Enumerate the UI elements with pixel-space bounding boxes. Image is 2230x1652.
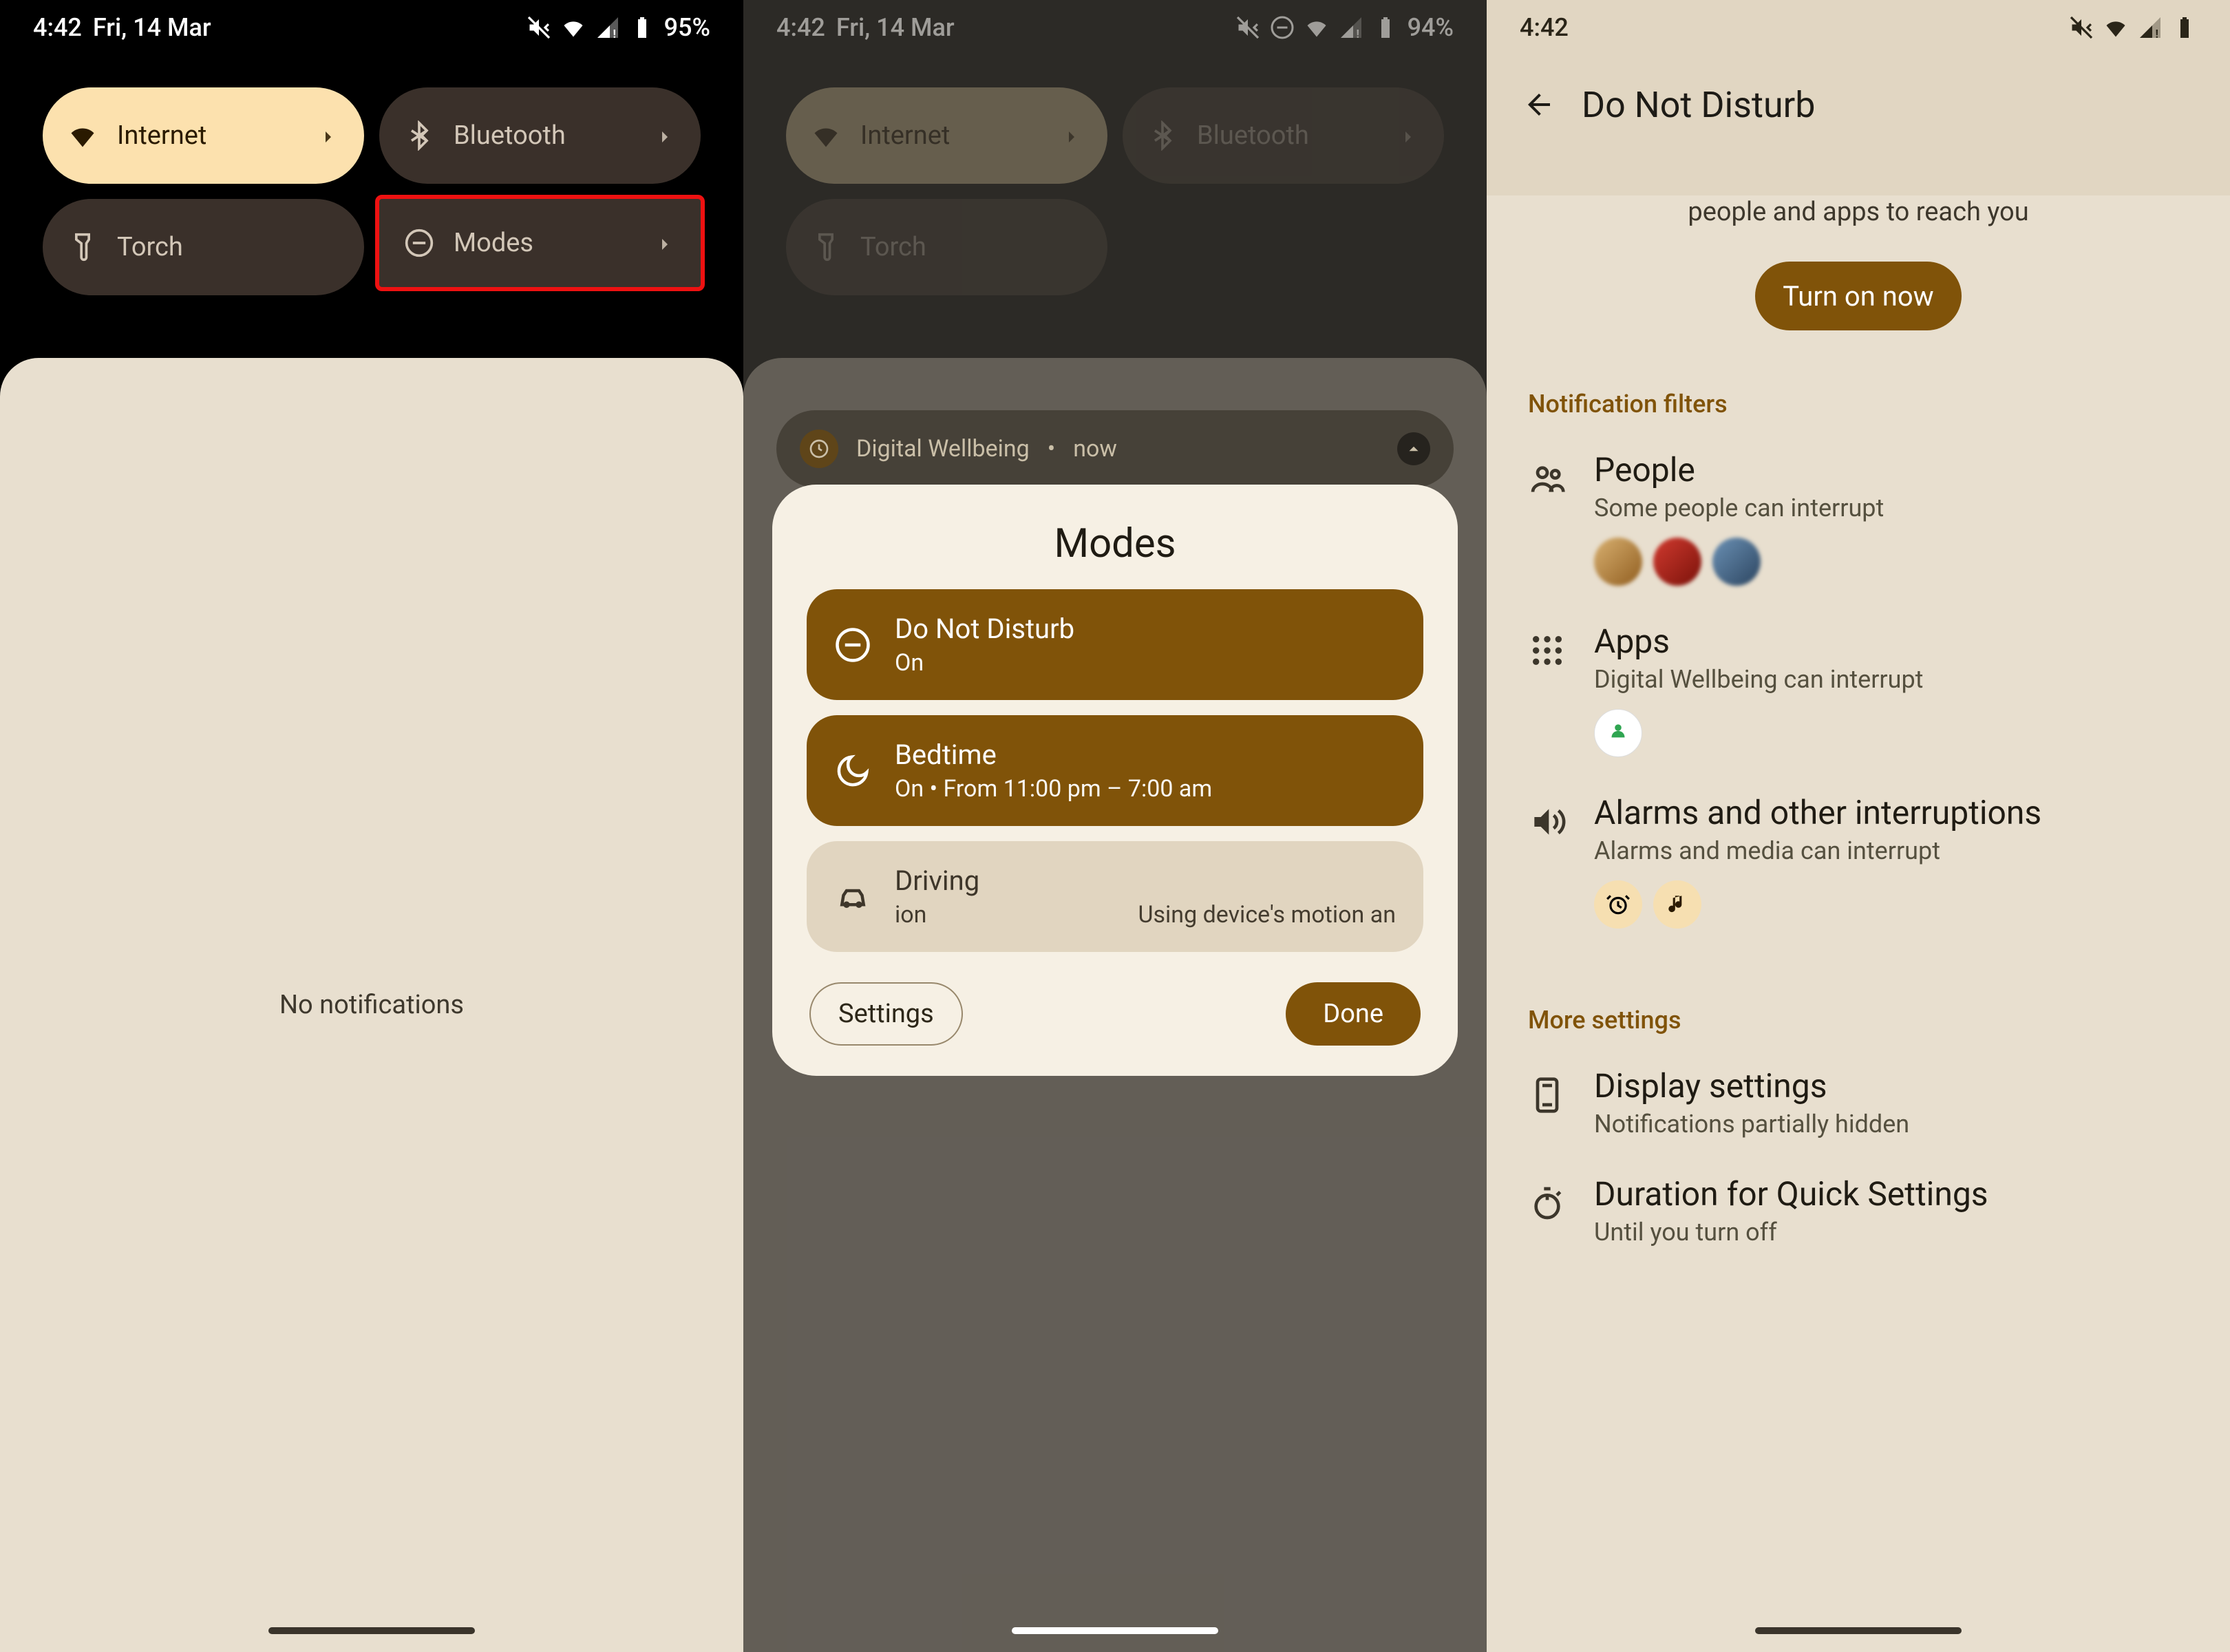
tile-label: Internet [117, 120, 298, 151]
item-title: Display settings [1594, 1066, 1909, 1105]
app-chip-digital-wellbeing [1594, 709, 1642, 757]
status-time: 4:42 [33, 13, 82, 42]
mode-driving[interactable]: Driving ion Using device's motion an [807, 841, 1423, 952]
app-icon [800, 430, 838, 468]
battery-icon [2172, 15, 2197, 40]
chevron-right-icon [654, 232, 676, 254]
tile-bluetooth[interactable]: Bluetooth [379, 87, 701, 184]
quick-settings: Internet Bluetooth Torch Modes [0, 72, 743, 320]
tile-label: Bluetooth [454, 120, 635, 151]
signal-icon [595, 15, 620, 40]
item-duration[interactable]: Duration for Quick Settings Until you tu… [1487, 1156, 2230, 1264]
mode-bedtime[interactable]: Bedtime On • From 11:00 pm – 7:00 am [807, 715, 1423, 826]
mode-title: Driving [895, 865, 1396, 897]
car-icon [834, 878, 871, 915]
back-button[interactable] [1517, 83, 1561, 127]
modes-dialog: Modes Do Not Disturb On Bedtime On • Fro… [772, 485, 1458, 1076]
tile-label: Torch [117, 232, 339, 262]
item-people[interactable]: People Some people can interrupt [1487, 432, 2230, 604]
expand-icon[interactable] [1397, 432, 1430, 465]
item-sub: Until you turn off [1594, 1218, 1988, 1247]
tile-modes[interactable]: Modes [375, 195, 705, 291]
display-icon [1528, 1076, 1567, 1114]
volume-icon [1528, 803, 1567, 841]
settings-list[interactable]: people and apps to reach you Turn on now… [1487, 195, 2230, 1652]
stopwatch-icon [1528, 1184, 1567, 1222]
item-alarms[interactable]: Alarms and other interruptions Alarms an… [1487, 775, 2230, 946]
item-title: Apps [1594, 622, 1923, 661]
settings-button[interactable]: Settings [809, 982, 963, 1046]
item-title: Duration for Quick Settings [1594, 1174, 1988, 1214]
avatar [1594, 538, 1642, 586]
page-title: Do Not Disturb [1582, 84, 1815, 126]
wifi-icon [2103, 15, 2128, 40]
tile-torch[interactable]: Torch [43, 199, 364, 295]
signal-icon [2138, 15, 2163, 40]
status-date: Fri, 14 Mar [93, 13, 211, 42]
wifi-icon [67, 120, 98, 151]
chevron-right-icon [317, 125, 339, 147]
mode-sub: On [895, 649, 1396, 677]
item-sub: Some people can interrupt [1594, 494, 1884, 522]
mode-sub: On • From 11:00 pm – 7:00 am [895, 775, 1396, 803]
torch-icon [67, 232, 98, 262]
empty-text: No notifications [279, 990, 464, 1020]
dialog-title: Modes [807, 520, 1423, 567]
done-button[interactable]: Done [1286, 982, 1421, 1046]
chip-music-icon [1653, 880, 1701, 929]
status-time: 4:42 [1520, 13, 1569, 42]
nav-bar[interactable] [1755, 1627, 1962, 1634]
avatar [1653, 538, 1701, 586]
dnd-icon [834, 626, 871, 664]
wifi-icon [561, 15, 586, 40]
apps-grid-icon [1528, 631, 1567, 670]
notification-panel: No notifications [0, 358, 743, 1652]
item-apps[interactable]: Apps Digital Wellbeing can interrupt [1487, 604, 2230, 775]
turn-on-button[interactable]: Turn on now [1755, 262, 1962, 330]
notification-row[interactable]: Digital Wellbeing • now [776, 410, 1454, 487]
item-sub: Alarms and media can interrupt [1594, 836, 2041, 865]
avatar [1712, 538, 1761, 586]
item-sub: Notifications partially hidden [1594, 1110, 1909, 1139]
item-title: People [1594, 450, 1884, 489]
mode-title: Bedtime [895, 739, 1396, 771]
people-avatars [1594, 538, 1884, 586]
bluetooth-icon [404, 120, 434, 151]
moon-icon [834, 752, 871, 790]
hero-subtitle: people and apps to reach you [1487, 197, 2230, 227]
chevron-right-icon [654, 125, 676, 147]
chip-alarm-icon [1594, 880, 1642, 929]
section-notification-filters: Notification filters [1487, 390, 2230, 419]
notif-when: now [1073, 435, 1117, 463]
mute-icon [527, 15, 551, 40]
battery-icon [630, 15, 655, 40]
item-title: Alarms and other interruptions [1594, 793, 2041, 832]
mode-title: Do Not Disturb [895, 613, 1396, 645]
mute-icon [2069, 15, 2094, 40]
item-display-settings[interactable]: Display settings Notifications partially… [1487, 1048, 2230, 1156]
mode-dnd[interactable]: Do Not Disturb On [807, 589, 1423, 700]
people-icon [1528, 460, 1567, 498]
tile-internet[interactable]: Internet [43, 87, 364, 184]
nav-bar[interactable] [268, 1627, 475, 1634]
app-bar: Do Not Disturb [1487, 83, 2230, 127]
section-more-settings: More settings [1487, 1006, 2230, 1035]
dnd-icon [404, 228, 434, 258]
nav-bar[interactable] [1012, 1627, 1218, 1634]
notif-app: Digital Wellbeing [856, 435, 1030, 463]
item-sub: Digital Wellbeing can interrupt [1594, 665, 1923, 694]
status-bar: 4:42 Fri, 14 Mar 95% [0, 0, 743, 55]
notif-sep: • [1048, 435, 1055, 463]
battery-pct: 95% [664, 13, 710, 42]
tile-label: Modes [454, 228, 586, 258]
mode-sub: ion Using device's motion an [895, 901, 1396, 929]
status-bar: 4:42 [1487, 0, 2230, 55]
